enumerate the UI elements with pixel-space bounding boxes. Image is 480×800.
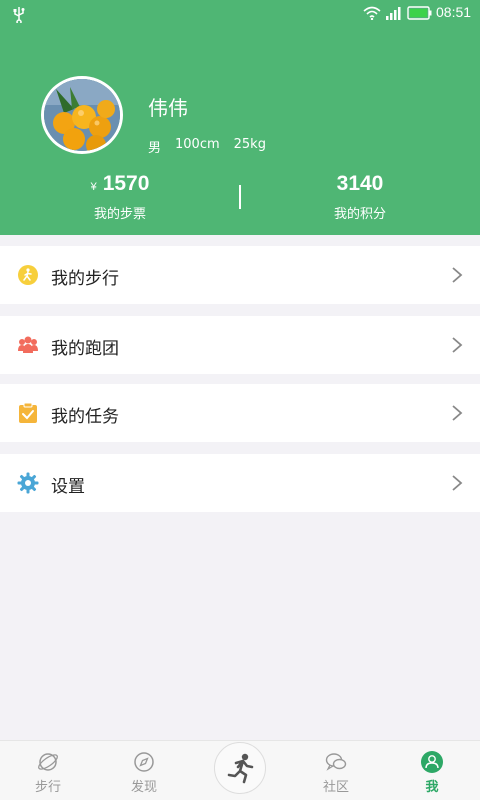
points-label: 我的积分 [333, 207, 386, 222]
group-icon [18, 336, 38, 353]
tab-walk[interactable]: 步行 [18, 741, 78, 800]
task-icon [19, 402, 37, 423]
chevron-right-icon [452, 475, 463, 491]
chevron-right-icon [452, 267, 463, 283]
chat-icon [325, 753, 347, 771]
menu-item-my-run-group[interactable]: 我的跑团 [0, 316, 480, 374]
username: 伟伟 [148, 96, 188, 120]
points-value: 3140 [336, 172, 384, 195]
menu-item-my-walk[interactable]: 我的步行 [0, 246, 480, 304]
usb-icon [13, 7, 25, 23]
tab-community[interactable]: 社区 [306, 741, 366, 800]
profile-header: 08:51 伟伟 男 100cm 25kg ¥1570 我的步票 3140 我的… [0, 0, 480, 235]
planet-icon [38, 753, 58, 771]
tab-label-walk: 步行 [34, 780, 61, 795]
start-run-button[interactable] [214, 742, 266, 794]
menu-label-my-run-group: 我的跑团 [51, 339, 119, 359]
runner-icon [227, 753, 254, 784]
menu-label-settings: 设置 [51, 477, 85, 497]
person-icon [421, 751, 443, 773]
avatar[interactable] [41, 76, 123, 154]
tab-label-me: 我 [425, 780, 439, 795]
currency-symbol: ¥ [90, 181, 97, 193]
gear-icon [17, 472, 39, 494]
steps-value: 1570 [102, 172, 150, 195]
wifi-icon [363, 6, 381, 20]
user-weight: 25kg [233, 137, 266, 152]
status-bar: 08:51 [0, 0, 480, 28]
tab-me[interactable]: 我 [402, 741, 462, 800]
user-height: 100cm [175, 137, 220, 152]
user-gender: 男 [148, 141, 162, 156]
steps-value-row: ¥1570 [20, 172, 220, 196]
signal-icon [386, 7, 401, 20]
points-stat[interactable]: 3140 我的积分 [260, 172, 460, 222]
chevron-right-icon [452, 405, 463, 421]
status-time: 08:51 [436, 4, 472, 20]
avatar-photo [44, 79, 120, 151]
chevron-right-icon [452, 337, 463, 353]
steps-stat[interactable]: ¥1570 我的步票 [20, 172, 220, 222]
menu-label-my-walk: 我的步行 [51, 269, 119, 289]
menu-item-my-tasks[interactable]: 我的任务 [0, 384, 480, 442]
stat-divider [239, 185, 241, 209]
user-meta: 男 100cm 25kg [148, 137, 266, 156]
compass-icon [134, 752, 154, 772]
walk-icon [18, 265, 38, 285]
menu-item-settings[interactable]: 设置 [0, 454, 480, 512]
battery-icon [407, 6, 432, 20]
tab-label-discover: 发现 [130, 780, 157, 795]
steps-label: 我的步票 [93, 207, 146, 222]
tab-discover[interactable]: 发现 [114, 741, 174, 800]
tab-label-community: 社区 [322, 780, 349, 795]
menu-label-my-tasks: 我的任务 [51, 407, 119, 427]
